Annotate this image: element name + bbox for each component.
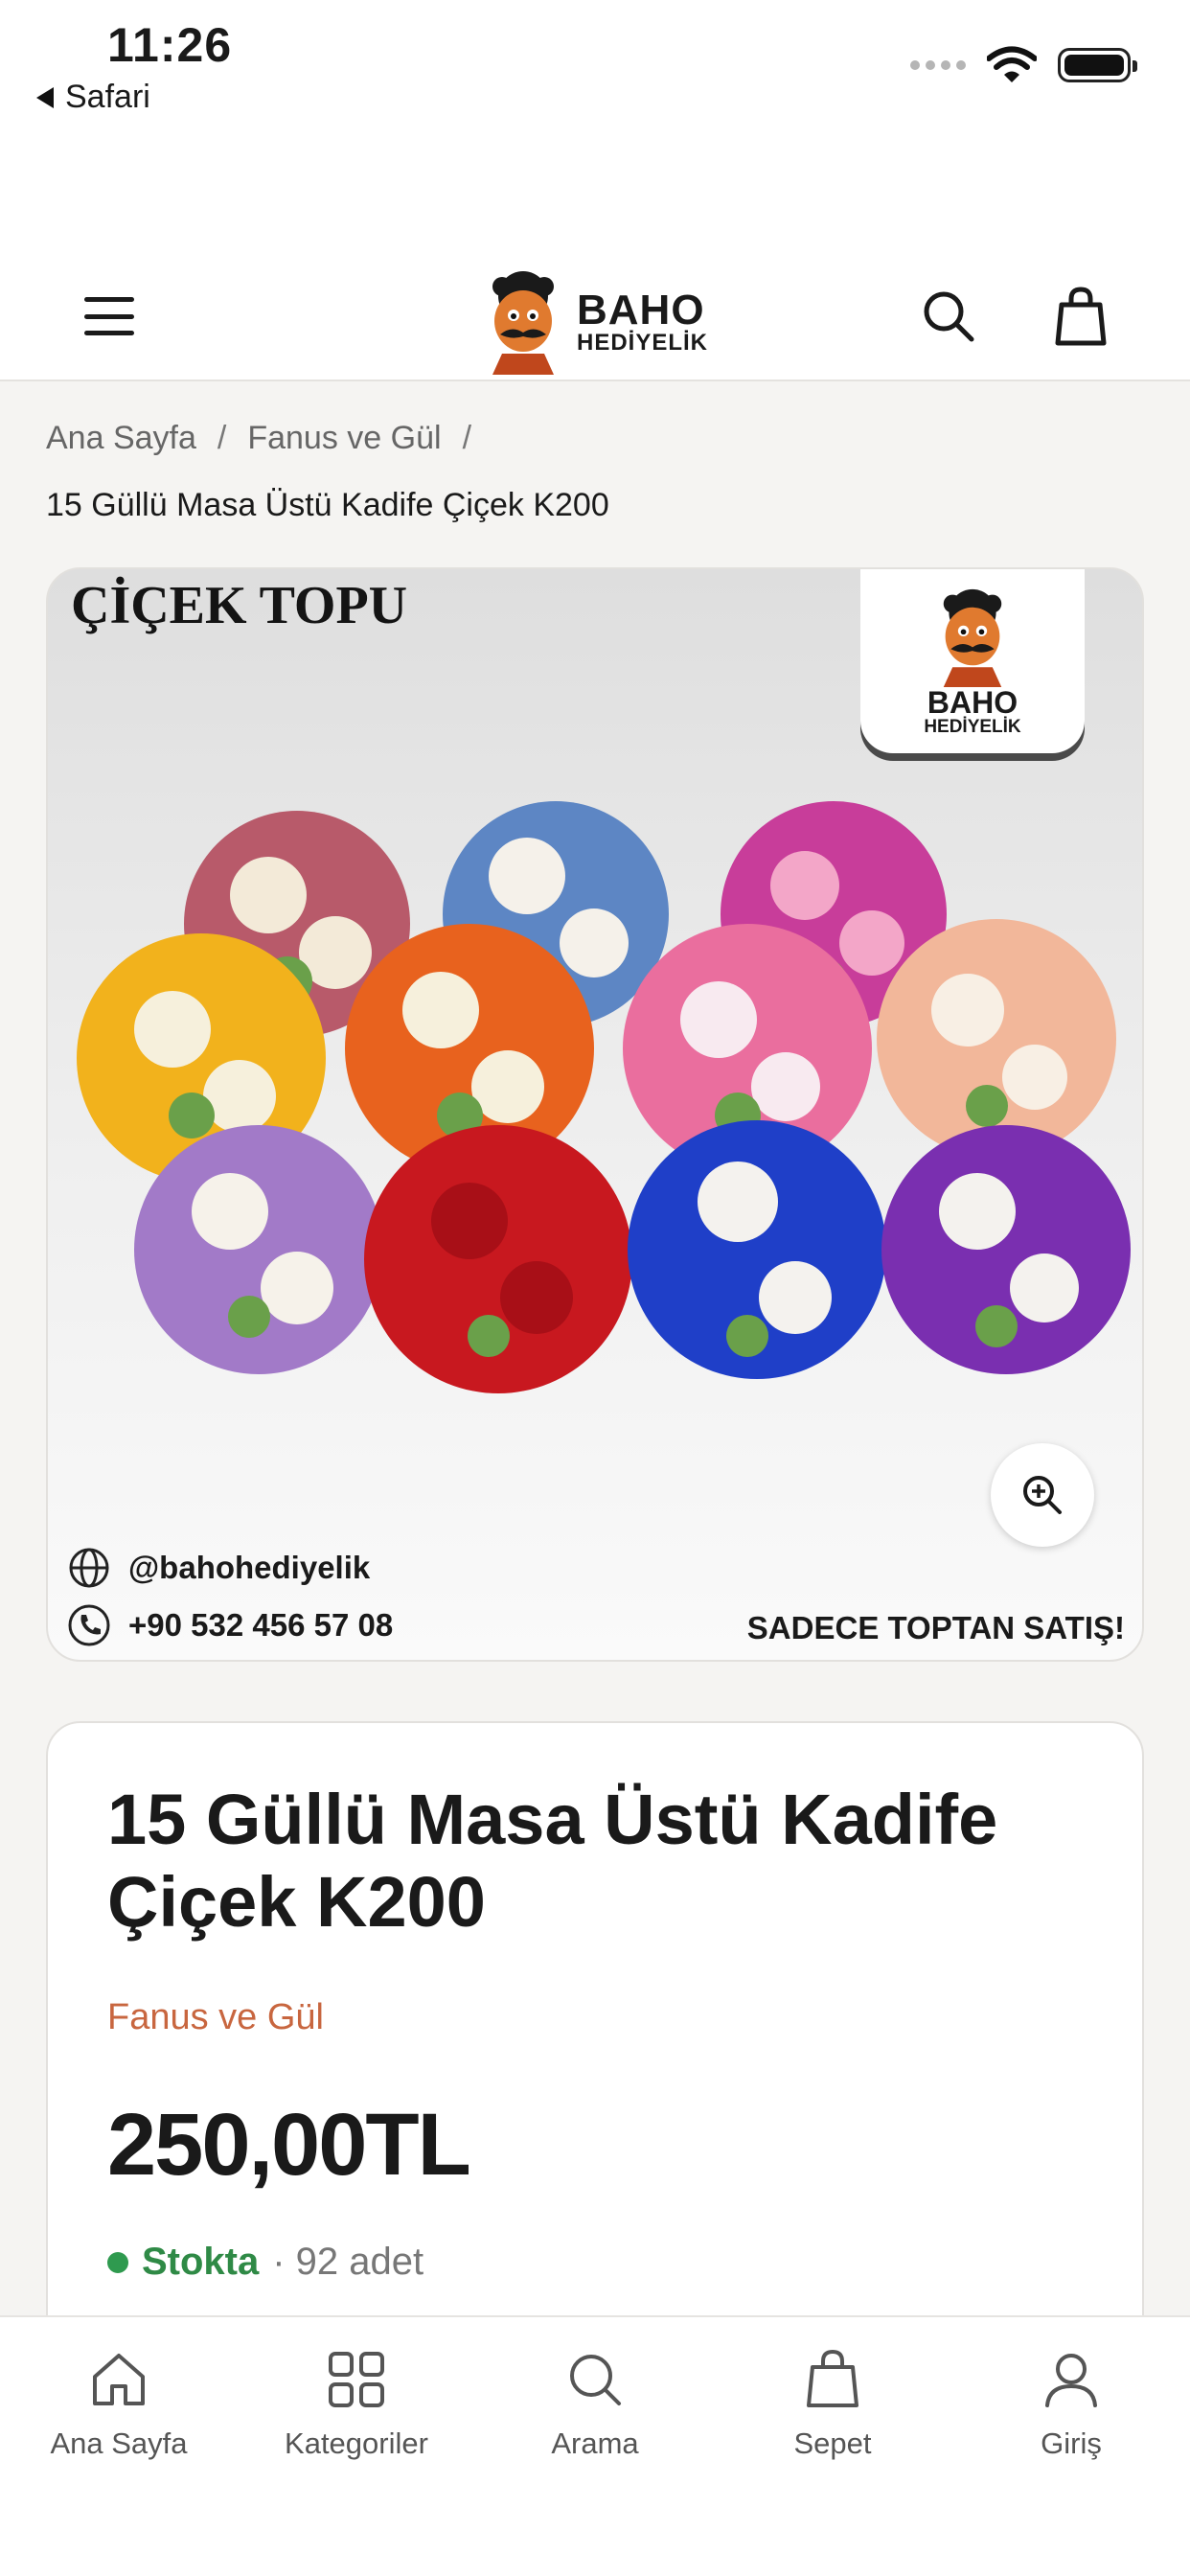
site-header: BAHO HEDİYELİK bbox=[0, 259, 1190, 381]
tab-login[interactable]: Giriş bbox=[952, 2346, 1190, 2471]
search-icon bbox=[570, 2355, 621, 2405]
back-arrow-icon bbox=[36, 86, 54, 108]
badge-title: BAHO bbox=[927, 685, 1018, 720]
status-time: 11:26 bbox=[107, 18, 233, 72]
breadcrumb-separator: / bbox=[462, 420, 472, 456]
tab-home[interactable]: Ana Sayfa bbox=[0, 2346, 238, 2471]
back-app-label: Safari bbox=[65, 79, 150, 115]
tab-cart[interactable]: Sepet bbox=[714, 2346, 951, 2471]
image-logo-badge: BAHO HEDİYELİK bbox=[860, 569, 1085, 753]
breadcrumb-current: 15 Güllü Masa Üstü Kadife Çiçek K200 bbox=[46, 487, 609, 523]
logo-title: BAHO bbox=[577, 287, 705, 334]
bouquet-purple bbox=[881, 1125, 1131, 1374]
product-category-link[interactable]: Fanus ve Gül bbox=[107, 1997, 324, 2038]
product-price: 250,00TL bbox=[107, 2096, 471, 2194]
bouquet-royal-blue bbox=[628, 1120, 886, 1379]
instagram-handle: @bahohediyelik bbox=[128, 1550, 371, 1585]
zoom-in-icon bbox=[1023, 1476, 1062, 1514]
logo-subtitle: HEDİYELİK bbox=[577, 330, 709, 356]
wifi-icon bbox=[987, 46, 1037, 82]
tab-label: Sepet bbox=[793, 2426, 872, 2460]
bag-icon bbox=[807, 2349, 858, 2407]
globe-icon bbox=[69, 1548, 109, 1588]
site-logo[interactable]: BAHO HEDİYELİK bbox=[477, 266, 717, 378]
image-title: ÇİÇEK TOPU bbox=[71, 576, 408, 635]
status-bar: 11:26 Safari bbox=[0, 0, 1190, 259]
product-image[interactable]: ÇİÇEK TOPU BAHO HEDİYELİK @bahohediyelik… bbox=[46, 567, 1144, 1662]
tab-label: Ana Sayfa bbox=[50, 2426, 188, 2460]
tab-search[interactable]: Arama bbox=[476, 2346, 714, 2471]
wholesale-note: SADECE TOPTAN SATIŞ! bbox=[746, 1610, 1125, 1645]
tab-label: Arama bbox=[551, 2426, 639, 2460]
stock-label: Stokta bbox=[142, 2241, 260, 2283]
bag-icon[interactable] bbox=[1052, 286, 1110, 347]
product-title: 15 Güllü Masa Üstü Kadife Çiçek K200 bbox=[107, 1780, 998, 1942]
flower-bouquets-illustration bbox=[77, 801, 1131, 1393]
back-to-safari-link[interactable]: Safari bbox=[36, 79, 150, 116]
tab-label: Kategoriler bbox=[285, 2426, 428, 2460]
zoom-button[interactable] bbox=[991, 1443, 1094, 1547]
search-icon[interactable] bbox=[920, 288, 977, 345]
mascot-logo-icon bbox=[492, 271, 554, 375]
signal-icon bbox=[910, 60, 966, 70]
stock-status: Stokta · 92 adet bbox=[107, 2241, 423, 2284]
battery-icon bbox=[1058, 48, 1137, 82]
breadcrumb-home-link[interactable]: Ana Sayfa bbox=[46, 420, 196, 457]
image-contact-info: @bahohediyelik +90 532 456 57 08 bbox=[67, 1539, 393, 1654]
breadcrumb-separator: / bbox=[217, 420, 227, 456]
user-icon bbox=[1045, 2354, 1097, 2407]
tab-label: Giriş bbox=[1041, 2426, 1102, 2460]
system-icons bbox=[910, 46, 1137, 84]
breadcrumb: Ana Sayfa / Fanus ve Gül / bbox=[46, 420, 471, 457]
bouquet-lavender bbox=[134, 1125, 383, 1374]
menu-icon[interactable] bbox=[84, 297, 134, 335]
mascot-logo-icon bbox=[943, 588, 1002, 687]
product-info-card: 15 Güllü Masa Üstü Kadife Çiçek K200 Fan… bbox=[46, 1721, 1144, 2392]
breadcrumb-category-link[interactable]: Fanus ve Gül bbox=[247, 420, 441, 457]
phone-icon bbox=[68, 1604, 110, 1646]
home-icon bbox=[93, 2354, 145, 2405]
tab-categories[interactable]: Kategoriler bbox=[238, 2346, 475, 2471]
bottom-tab-bar: Ana Sayfa Kategoriler Arama Sepet Giriş bbox=[0, 2315, 1190, 2576]
phone-number: +90 532 456 57 08 bbox=[128, 1607, 394, 1643]
bouquet-red bbox=[364, 1125, 632, 1393]
stock-quantity: · 92 adet bbox=[272, 2241, 424, 2283]
grid-icon bbox=[329, 2352, 384, 2407]
badge-subtitle: HEDİYELİK bbox=[924, 717, 1021, 737]
bouquet-peach bbox=[877, 919, 1116, 1159]
stock-dot-icon bbox=[107, 2251, 128, 2273]
